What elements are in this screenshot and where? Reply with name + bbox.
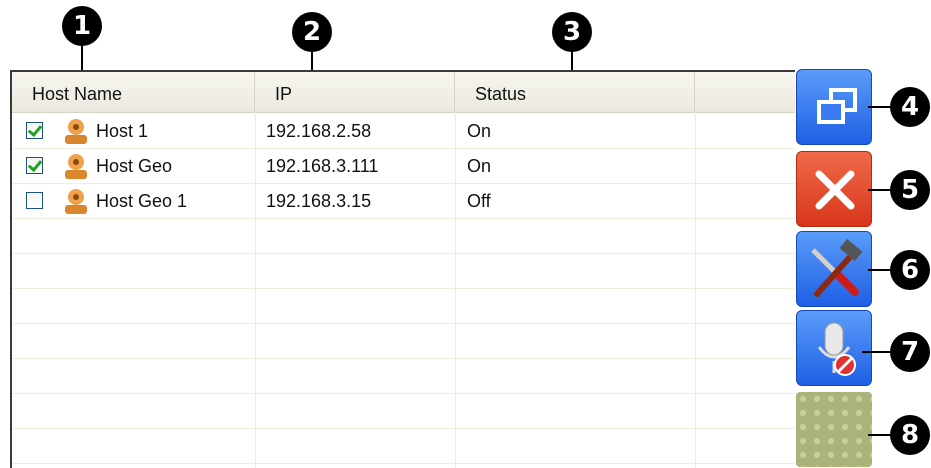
callout-3: 3 [552, 12, 592, 52]
row-checkbox[interactable] [26, 122, 43, 139]
close-button[interactable] [796, 151, 872, 227]
callout-2: 2 [292, 12, 332, 52]
host-camera-icon [65, 119, 87, 144]
column-header-status[interactable]: Status [455, 72, 695, 112]
host-name: Host Geo [96, 156, 173, 176]
host-camera-icon [65, 189, 87, 214]
callout-8: 8 [890, 415, 930, 455]
microphone-mute-icon [817, 322, 856, 376]
empty-row [12, 289, 795, 324]
blank-button[interactable] [796, 392, 872, 467]
host-ip: 192.168.2.58 [266, 121, 372, 141]
restore-window-button[interactable] [796, 69, 872, 145]
callout-1: 1 [62, 6, 102, 46]
table-row[interactable]: Host Geo 1 192.168.3.15 Off [12, 184, 795, 219]
host-status: On [467, 156, 492, 176]
row-checkbox[interactable] [26, 157, 43, 174]
table-row[interactable]: Host 1 192.168.2.58 On [12, 114, 795, 149]
callout-7: 7 [890, 332, 930, 372]
empty-row [12, 429, 795, 464]
callout-6: 6 [890, 250, 930, 290]
empty-row [12, 219, 795, 254]
callout-5: 5 [890, 170, 930, 210]
host-camera-icon [65, 154, 87, 179]
column-header-ip[interactable]: IP [255, 72, 455, 112]
empty-row [12, 324, 795, 359]
close-icon [815, 170, 855, 210]
tools-button[interactable] [796, 231, 872, 307]
callout-4: 4 [890, 87, 930, 127]
column-header-host-name[interactable]: Host Name [12, 72, 255, 112]
row-checkbox[interactable] [26, 192, 43, 209]
host-status: Off [467, 191, 491, 211]
host-list-panel: Host Name IP Status Host 1 192.168.2.58 … [10, 70, 795, 468]
empty-row [12, 394, 795, 429]
empty-row [12, 359, 795, 394]
host-ip: 192.168.3.15 [266, 191, 372, 211]
tools-icon [811, 238, 863, 297]
empty-row [12, 254, 795, 289]
table-row[interactable]: Host Geo 192.168.3.111 On [12, 149, 795, 184]
host-name: Host Geo 1 [96, 191, 188, 211]
restore-window-icon [817, 88, 857, 124]
host-status: On [467, 121, 492, 141]
microphone-mute-button[interactable] [796, 310, 872, 386]
table-header: Host Name IP Status [12, 72, 795, 113]
host-name: Host 1 [96, 121, 149, 141]
host-ip: 192.168.3.111 [266, 156, 379, 176]
